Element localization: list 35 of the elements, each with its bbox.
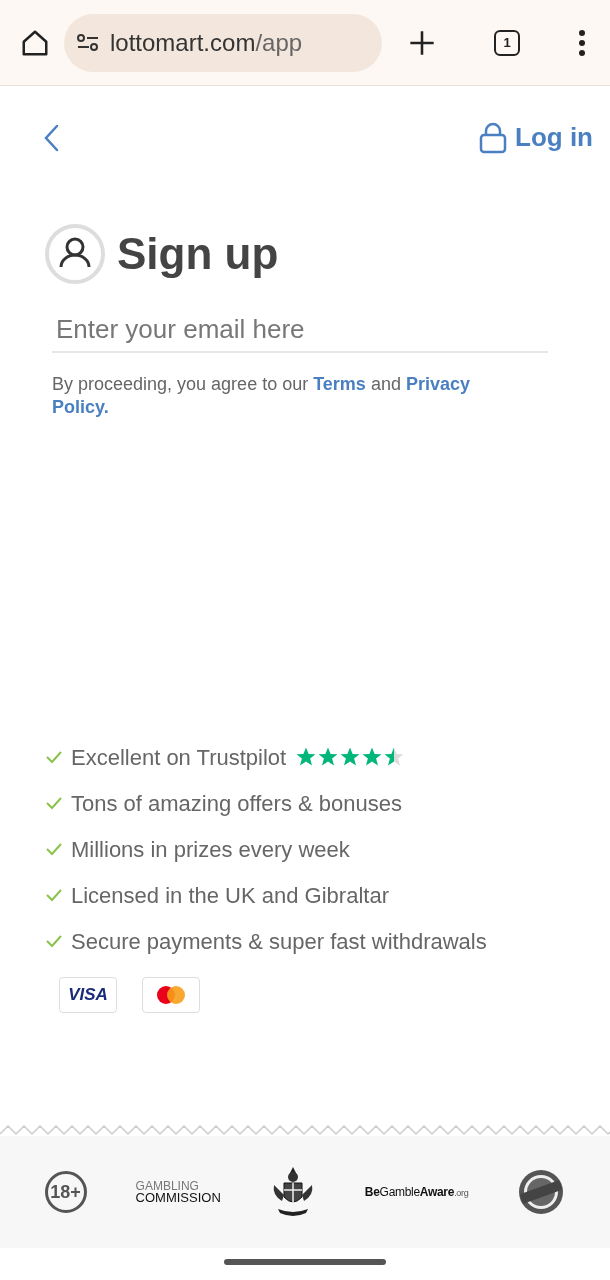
email-field[interactable]: Enter your email here xyxy=(52,307,548,353)
feature-text: Excellent on Trustpilot xyxy=(71,743,287,772)
check-icon xyxy=(45,796,63,810)
logo-text: GAMBLING xyxy=(135,1180,200,1192)
feature-text: Tons of amazing offers & bonuses xyxy=(71,789,402,818)
filled-star-icon xyxy=(340,747,361,767)
check-icon xyxy=(45,842,63,856)
check-icon xyxy=(45,888,63,902)
half-star-icon xyxy=(384,747,405,767)
check-icon xyxy=(45,934,63,948)
consent-text: By proceeding, you agree to our Terms and Privacy Policy. xyxy=(52,373,471,419)
more-menu-icon[interactable] xyxy=(578,29,586,56)
feature-text: Millions in prizes every week xyxy=(71,835,350,864)
logo-text: COMMISSION xyxy=(135,1192,221,1204)
logo-text: BeGambleAware.org xyxy=(364,1184,469,1201)
age-limit-badge: 18+ xyxy=(44,1171,87,1213)
mastercard-logo xyxy=(154,984,188,1006)
address-bar[interactable]: lottomart.com/app xyxy=(64,13,382,72)
filled-star-icon xyxy=(318,747,339,767)
filled-star-icon xyxy=(296,747,317,767)
lock-icon xyxy=(479,121,507,154)
signup-title: Sign up xyxy=(117,228,279,280)
site-settings-icon[interactable] xyxy=(76,32,100,53)
new-tab-icon[interactable] xyxy=(408,28,436,57)
verified-seal-icon xyxy=(517,1168,566,1216)
check-icon xyxy=(45,750,63,764)
back-icon[interactable] xyxy=(42,122,60,153)
user-avatar-icon xyxy=(45,224,105,284)
login-link[interactable]: Log in xyxy=(479,118,593,157)
feature-text: Licensed in the UK and Gibraltar xyxy=(71,881,389,910)
feature-text: Secure payments & super fast withdrawals xyxy=(71,927,487,956)
tab-count-button[interactable]: 1 xyxy=(494,29,520,56)
filled-star-icon xyxy=(362,747,383,767)
visa-card-logo: VISA xyxy=(59,977,117,1013)
url-text: lottomart.com/app xyxy=(110,27,303,58)
